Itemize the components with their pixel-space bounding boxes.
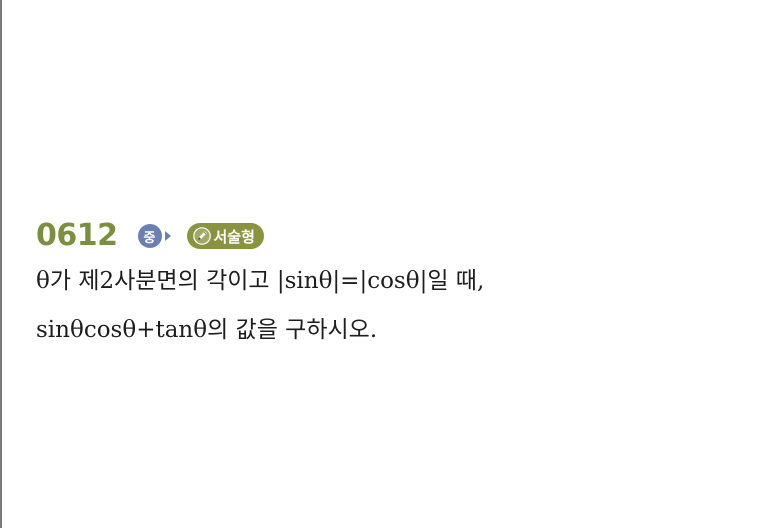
problem-text-line-1: θ가 제2사분면의 각이고 |sinθ|=|cosθ|일 때, (36, 268, 485, 294)
pencil-icon (192, 227, 211, 245)
problem-text-line-2: sinθcosθ+tanθ의 값을 구하시오. (36, 317, 378, 343)
problem-number: 0612 (36, 218, 118, 253)
problem-header: 0612 중 서술형 (36, 216, 264, 256)
difficulty-badge: 중 (137, 224, 162, 248)
chevron-right-icon (164, 231, 171, 241)
difficulty-indicator: 중 (137, 224, 171, 248)
problem-type-tag: 서술형 (186, 223, 264, 249)
problem-type-label: 서술형 (213, 227, 255, 246)
page-left-border (0, 0, 2, 528)
